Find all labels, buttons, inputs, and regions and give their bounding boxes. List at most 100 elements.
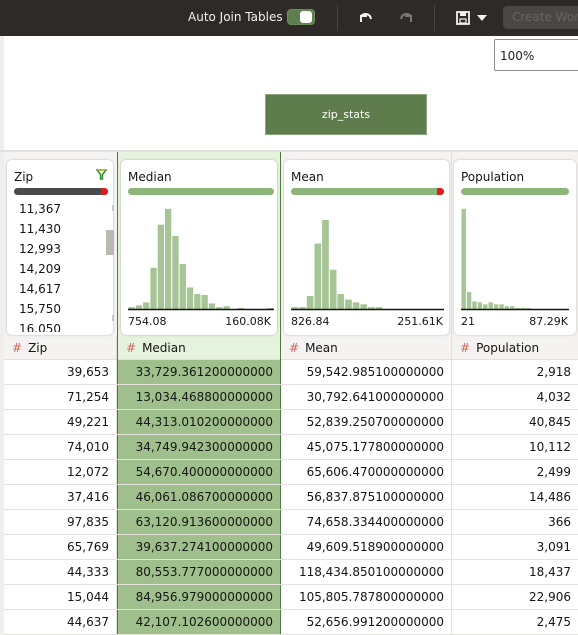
cell-population[interactable]: 40,845	[452, 410, 578, 434]
cell-zip[interactable]: 97,835	[4, 510, 117, 534]
cell-zip[interactable]: 71,254	[4, 385, 117, 409]
cell-mean[interactable]: 74,658.334400000000	[281, 510, 452, 534]
cell-population[interactable]: 10,112	[452, 435, 578, 459]
profile-card-population[interactable]: Population 21 87.29K	[454, 160, 576, 335]
histogram-bar[interactable]	[499, 304, 504, 309]
histogram-bar[interactable]	[472, 301, 477, 310]
list-item[interactable]: 14,209	[19, 259, 99, 279]
cell-mean[interactable]: 105,805.787800000000	[281, 585, 452, 609]
cell-population[interactable]: 2,475	[452, 610, 578, 634]
cell-population[interactable]: 3,091	[452, 535, 578, 559]
cell-mean[interactable]: 30,792.641000000000	[281, 385, 452, 409]
cell-zip[interactable]: 12,072	[4, 460, 117, 484]
scroll-up-arrow[interactable]	[112, 205, 114, 211]
cell-median[interactable]: 44,313.010200000000	[117, 410, 281, 434]
table-row[interactable]: 65,769 39,637.274100000000 49,609.51890000…	[4, 535, 578, 560]
histogram-bar[interactable]	[493, 304, 499, 309]
zip-value-list[interactable]: 11,367 11,430 12,993 14,209 14,617 15,75…	[19, 199, 99, 332]
histogram-bar[interactable]	[179, 264, 186, 309]
cell-median[interactable]: 63,120.913600000000	[117, 510, 281, 534]
list-item[interactable]: 11,430	[19, 219, 99, 239]
histogram-bar[interactable]	[216, 307, 223, 309]
table-row[interactable]: 97,835 63,120.913600000000 74,658.33440000…	[4, 510, 578, 535]
histogram-bar[interactable]	[208, 303, 216, 309]
cell-median[interactable]: 46,061.086700000000	[117, 485, 281, 509]
profile-card-zip[interactable]: Zip 11,367 11,430 12,993 14,209 14,617 1…	[7, 160, 114, 335]
create-workbook-button[interactable]: Create Workbook	[503, 6, 578, 29]
table-row[interactable]: 12,072 54,670.400000000000 65,606.47000000…	[4, 460, 578, 485]
histogram-bar[interactable]	[135, 305, 143, 309]
save-menu-button[interactable]	[472, 8, 492, 28]
table-node-zip-stats[interactable]: zip_stats	[265, 94, 427, 135]
histogram-population[interactable]	[461, 204, 569, 312]
histogram-bar[interactable]	[461, 208, 466, 309]
histogram-bar[interactable]	[337, 294, 345, 309]
scroll-down-arrow[interactable]	[112, 315, 114, 321]
histogram-bar[interactable]	[299, 307, 306, 309]
cell-median[interactable]: 54,670.400000000000	[117, 460, 281, 484]
histogram-bar[interactable]	[291, 307, 299, 309]
cell-population[interactable]: 22,906	[452, 585, 578, 609]
cell-median[interactable]: 34,749.942300000000	[117, 435, 281, 459]
filter-icon[interactable]	[96, 169, 107, 180]
histogram-bar[interactable]	[128, 307, 135, 309]
cell-zip[interactable]: 65,769	[4, 535, 117, 559]
histogram-bar[interactable]	[194, 294, 201, 309]
auto-join-toggle[interactable]	[287, 9, 315, 25]
cell-population[interactable]: 4,032	[452, 385, 578, 409]
cell-median[interactable]: 33,729.361200000000	[117, 360, 281, 384]
cell-median[interactable]: 42,107.102600000000	[117, 610, 281, 634]
undo-button[interactable]	[356, 8, 376, 28]
cell-mean[interactable]: 49,609.518900000000	[281, 535, 452, 559]
histogram-bar[interactable]	[483, 304, 488, 309]
table-row[interactable]: 39,653 33,729.361200000000 59,542.98510000…	[4, 360, 578, 385]
histogram-bar[interactable]	[504, 306, 510, 309]
list-item[interactable]: 14,617	[19, 279, 99, 299]
profile-card-mean[interactable]: Mean 826.84 251.61K	[284, 160, 449, 335]
list-item[interactable]: 15,750	[19, 299, 99, 319]
cell-mean[interactable]: 65,606.470000000000	[281, 460, 452, 484]
cell-population[interactable]: 14,486	[452, 485, 578, 509]
cell-mean[interactable]: 59,542.985100000000	[281, 360, 452, 384]
table-row[interactable]: 44,333 80,553.777000000000 118,434.8501000…	[4, 560, 578, 585]
table-row[interactable]: 49,221 44,313.010200000000 52,839.25070000…	[4, 410, 578, 435]
histogram-bar[interactable]	[368, 307, 375, 309]
cell-mean[interactable]: 56,837.875100000000	[281, 485, 452, 509]
list-scrollbar-thumb[interactable]	[106, 230, 114, 255]
table-row[interactable]: 15,044 84,956.979000000000 105,805.7878000…	[4, 585, 578, 610]
table-row[interactable]: 44,637 42,107.102600000000 52,656.99120000…	[4, 610, 578, 635]
cell-population[interactable]: 18,437	[452, 560, 578, 584]
histogram-bar[interactable]	[375, 307, 383, 309]
cell-population[interactable]: 366	[452, 510, 578, 534]
histogram-bar[interactable]	[488, 302, 493, 309]
table-row[interactable]: 37,416 46,061.086700000000 56,837.87510000…	[4, 485, 578, 510]
cell-mean[interactable]: 118,434.850100000000	[281, 560, 452, 584]
cell-zip[interactable]: 44,637	[4, 610, 117, 634]
cell-median[interactable]: 84,956.979000000000	[117, 585, 281, 609]
list-item[interactable]: 12,993	[19, 239, 99, 259]
cell-zip[interactable]: 74,010	[4, 435, 117, 459]
save-button[interactable]	[453, 8, 473, 28]
cell-mean[interactable]: 45,075.177800000000	[281, 435, 452, 459]
histogram-bar[interactable]	[150, 267, 157, 309]
list-item[interactable]: 11,367	[19, 199, 99, 219]
cell-median[interactable]: 39,637.274100000000	[117, 535, 281, 559]
table-row[interactable]: 74,010 34,749.942300000000 45,075.17780000…	[4, 435, 578, 460]
histogram-bar[interactable]	[466, 292, 472, 309]
column-header-zip[interactable]: # Zip	[4, 336, 117, 360]
cell-mean[interactable]: 52,839.250700000000	[281, 410, 452, 434]
zoom-level-input[interactable]: 100%	[494, 39, 578, 71]
table-row[interactable]: 71,254 13,034.468800000000 30,792.64100000…	[4, 385, 578, 410]
histogram-bar[interactable]	[143, 302, 150, 309]
histogram-bar[interactable]	[329, 269, 337, 309]
histogram-bar[interactable]	[360, 304, 368, 309]
histogram-bar[interactable]	[314, 243, 322, 310]
histogram-bar[interactable]	[157, 224, 164, 309]
histogram-bar[interactable]	[223, 306, 230, 309]
column-header-median[interactable]: # Median	[118, 336, 280, 360]
column-header-mean[interactable]: # Mean	[281, 336, 451, 360]
histogram-bar[interactable]	[201, 295, 208, 309]
histogram-bar[interactable]	[306, 295, 314, 309]
cell-population[interactable]: 2,499	[452, 460, 578, 484]
histogram-bar[interactable]	[477, 302, 483, 309]
